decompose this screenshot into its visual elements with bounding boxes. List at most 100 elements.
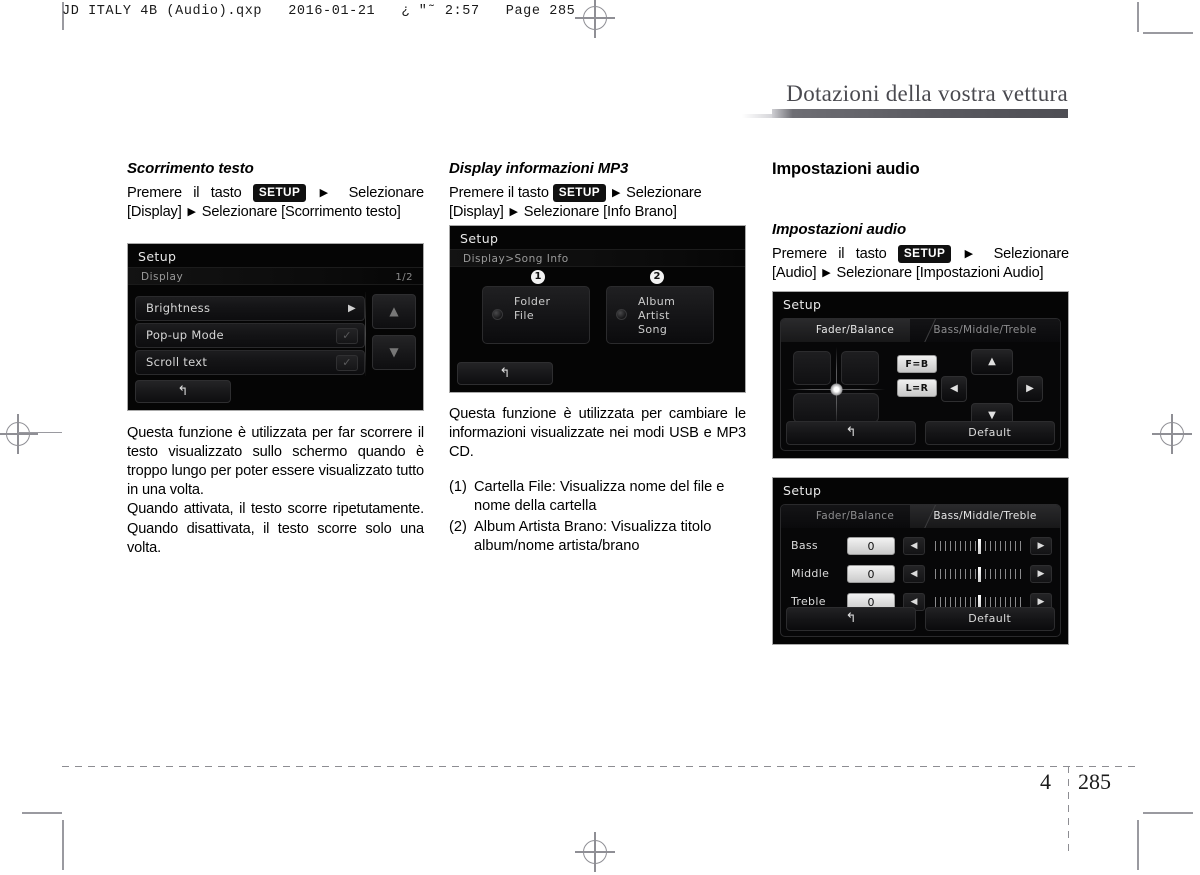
eq-decrease-button[interactable]: ◀	[903, 537, 925, 555]
scroll-down-button[interactable]: ▼	[372, 335, 416, 370]
registration-mark-bottom	[575, 832, 615, 872]
screenshot-display-setup: Setup Display 1/2 Brightness ▶ Pop-up Mo…	[127, 243, 424, 411]
radio-button-icon[interactable]	[492, 309, 503, 320]
list-item-text: Album Artista Brano: Visualizza titolo a…	[474, 518, 712, 554]
eq-label: Bass	[791, 539, 818, 552]
option-line: Album	[638, 295, 676, 308]
eq-slider-bass[interactable]	[935, 539, 1024, 554]
screenshot-fader-balance: Setup Fader/Balance Bass/Middle/Treble F…	[772, 291, 1069, 459]
arrow-icon: ▶	[822, 266, 831, 279]
column-middle-body: Questa funzione è utilizzata per cambiar…	[449, 405, 746, 557]
back-button[interactable]: ↰	[786, 607, 917, 631]
list-item-number: (1)	[449, 479, 467, 496]
dpad-left-button[interactable]: ◀	[941, 376, 967, 402]
fader-balance-cursor[interactable]	[830, 383, 843, 396]
settings-list: Brightness ▶ Pop-up Mode ✓ Scroll text ✓	[135, 294, 365, 377]
option-line: File	[514, 309, 535, 322]
instruction-pre: Premere il tasto	[127, 185, 242, 201]
registration-mark-right	[1152, 414, 1192, 454]
crop-mark-bottom-left-v	[62, 820, 64, 870]
default-button[interactable]: Default	[924, 607, 1055, 631]
scroll-up-button[interactable]: ▲	[372, 294, 416, 329]
tab-fader-balance[interactable]: Fader/Balance	[781, 319, 929, 342]
registration-mark-top	[575, 0, 615, 38]
column-left-body: Questa funzione è utilizzata per far sco…	[127, 424, 424, 558]
arrow-icon: ▶	[509, 205, 518, 218]
registration-mark-left	[0, 414, 38, 454]
option-card-folder-file[interactable]: Folder File	[482, 286, 590, 344]
tab-fader-balance[interactable]: Fader/Balance	[781, 505, 929, 528]
default-button[interactable]: Default	[924, 421, 1055, 445]
callout-badge-1: 1	[531, 270, 545, 284]
footer-rule	[62, 766, 1138, 767]
list-item-popup-mode[interactable]: Pop-up Mode ✓	[135, 323, 365, 348]
tab-bar: Fader/Balance Bass/Middle/Treble	[781, 505, 1060, 528]
back-button[interactable]: ↰	[135, 380, 231, 403]
footer-vertical-rule	[1068, 766, 1069, 856]
setup-badge: SETUP	[252, 184, 307, 203]
crop-mark-top-right-v	[1137, 2, 1139, 32]
eq-slider-middle[interactable]	[935, 567, 1024, 582]
list-item: (2) Album Artista Brano: Visualizza titol…	[449, 518, 746, 556]
instruction-step2: Selezionare [Scorrimento testo]	[201, 204, 401, 221]
page-indicator: 1/2	[395, 272, 413, 283]
seat-front-right-icon	[841, 351, 879, 385]
arrow-icon: ▶	[187, 205, 196, 218]
checkbox-icon[interactable]: ✓	[336, 328, 358, 344]
title-rule	[772, 109, 1068, 118]
option-label: Album Artist Song	[638, 295, 675, 337]
breadcrumb-label: Display	[141, 271, 184, 283]
eq-decrease-button[interactable]: ◀	[903, 565, 925, 583]
arrow-icon: ▶	[319, 186, 336, 199]
crop-mark-top-right-h	[1143, 32, 1193, 34]
instruction-pre: Premere il tasto	[449, 185, 549, 201]
balance-equal-button[interactable]: L=R	[897, 379, 937, 397]
seat-position-diagram[interactable]	[787, 347, 885, 427]
screen-breadcrumb: Display>Song Info	[450, 249, 745, 267]
dpad-up-button[interactable]: ▲	[971, 349, 1013, 375]
screenshot-equalizer: Setup Fader/Balance Bass/Middle/Treble B…	[772, 477, 1069, 645]
option-label: Folder File	[514, 295, 550, 323]
option-line: Folder	[514, 295, 551, 308]
subsection-heading-audio-settings: Impostazioni audio	[772, 221, 907, 238]
section-heading-scroll-text: Scorrimento testo	[127, 160, 254, 177]
eq-slider-knob[interactable]	[978, 539, 981, 554]
back-button[interactable]: ↰	[457, 362, 553, 385]
list-item-text: Cartella File: Visualizza nome del file …	[474, 479, 725, 515]
eq-row-middle: Middle 0 ◀ ▶	[789, 563, 1052, 586]
eq-slider-knob[interactable]	[978, 567, 981, 582]
option-card-album-artist-song[interactable]: Album Artist Song	[606, 286, 714, 344]
arrow-icon: ▶	[611, 186, 621, 199]
section-heading-audio-settings: Impostazioni audio	[772, 160, 920, 178]
paragraph-scroll-text-1: Questa funzione è utilizzata per far sco…	[127, 425, 424, 499]
list-item: (1) Cartella File: Visualizza nome del fi…	[449, 478, 746, 516]
crop-mark-left-upper-h	[18, 432, 62, 433]
crop-mark-bottom-left-h	[22, 812, 62, 814]
fader-equal-button[interactable]: F=B	[897, 355, 937, 373]
title-rule-tail	[742, 114, 774, 118]
breadcrumb-label: Display>Song Info	[463, 253, 569, 265]
arrow-icon: ▶	[964, 247, 981, 260]
list-item-label: Scroll text	[146, 355, 208, 369]
eq-row-bass: Bass 0 ◀ ▶	[789, 535, 1052, 558]
eq-increase-button[interactable]: ▶	[1030, 537, 1052, 555]
screen-title: Setup	[460, 231, 499, 246]
screen-title: Setup	[783, 297, 822, 312]
paragraph-scroll-text-2: Quando attivata, il testo scorre ripetut…	[127, 501, 424, 556]
crop-mark-bottom-right-h	[1143, 812, 1193, 814]
tab-container: Fader/Balance Bass/Middle/Treble F=B L=R…	[780, 318, 1061, 451]
checkbox-icon[interactable]: ✓	[336, 355, 358, 371]
option-line: Artist	[638, 309, 670, 322]
scroll-controls: ▲ ▼	[372, 294, 416, 376]
list-item-brightness[interactable]: Brightness ▶	[135, 296, 365, 321]
radio-button-icon[interactable]	[616, 309, 627, 320]
crop-mark-left-lower	[22, 450, 62, 451]
option-line: Song	[638, 323, 668, 336]
tab-divider	[921, 505, 939, 528]
dpad-right-button[interactable]: ▶	[1017, 376, 1043, 402]
back-button[interactable]: ↰	[786, 421, 917, 445]
eq-increase-button[interactable]: ▶	[1030, 565, 1052, 583]
screen-title: Setup	[783, 483, 822, 498]
callout-badge-2: 2	[650, 270, 664, 284]
list-item-scroll-text[interactable]: Scroll text ✓	[135, 350, 365, 375]
